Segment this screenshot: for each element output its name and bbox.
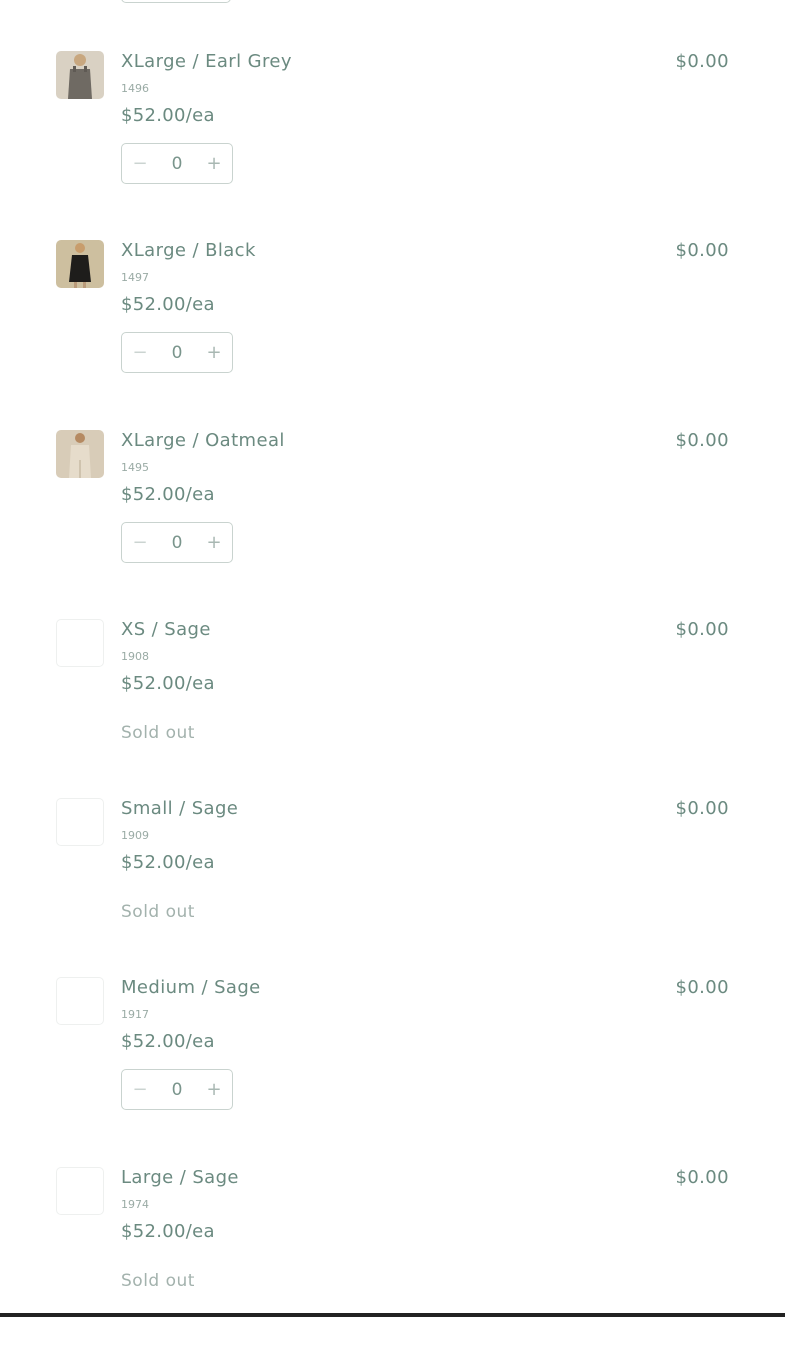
sold-out-label: Sold out xyxy=(121,1271,195,1291)
item-name[interactable]: Medium / Sage xyxy=(121,977,261,999)
line-item: XLarge / Earl Grey 1496 $52.00/ea $0.00 … xyxy=(0,51,785,231)
item-sku: 1496 xyxy=(121,82,149,95)
item-unit-price: $52.00/ea xyxy=(121,852,215,873)
item-name[interactable]: XLarge / Black xyxy=(121,240,256,262)
line-item: XLarge / Oatmeal 1495 $52.00/ea $0.00 − … xyxy=(0,430,785,610)
item-sku: 1908 xyxy=(121,650,149,663)
item-sku: 1917 xyxy=(121,1008,149,1021)
line-item: Large / Sage 1974 $52.00/ea $0.00 Sold o… xyxy=(0,1167,785,1347)
line-item: Small / Sage 1909 $52.00/ea $0.00 Sold o… xyxy=(0,798,785,978)
quantity-input[interactable]: 0 xyxy=(159,154,195,174)
quantity-stepper: − 0 + xyxy=(121,332,233,373)
product-thumbnail[interactable] xyxy=(56,240,104,288)
item-sku: 1495 xyxy=(121,461,149,474)
product-thumbnail-placeholder xyxy=(56,798,104,846)
product-thumbnail-placeholder xyxy=(56,619,104,667)
item-unit-price: $52.00/ea xyxy=(121,1031,215,1052)
product-thumbnail-placeholder xyxy=(56,1167,104,1215)
item-sku: 1909 xyxy=(121,829,149,842)
product-thumbnail[interactable] xyxy=(56,51,104,99)
item-name[interactable]: Small / Sage xyxy=(121,798,238,820)
item-unit-price: $52.00/ea xyxy=(121,1221,215,1242)
product-thumbnail-placeholder xyxy=(56,977,104,1025)
bottom-bar xyxy=(0,1313,785,1317)
item-total: $0.00 xyxy=(675,51,729,72)
item-total: $0.00 xyxy=(675,1167,729,1188)
item-unit-price: $52.00/ea xyxy=(121,673,215,694)
minus-icon[interactable]: − xyxy=(122,523,158,562)
plus-icon[interactable]: + xyxy=(196,1070,232,1109)
line-item: XS / Sage 1908 $52.00/ea $0.00 Sold out xyxy=(0,619,785,799)
minus-icon[interactable]: − xyxy=(122,144,158,183)
previous-quantity-stepper xyxy=(121,0,231,3)
quantity-stepper: − 0 + xyxy=(121,522,233,563)
item-total: $0.00 xyxy=(675,798,729,819)
item-sku: 1974 xyxy=(121,1198,149,1211)
item-unit-price: $52.00/ea xyxy=(121,484,215,505)
sold-out-label: Sold out xyxy=(121,902,195,922)
item-sku: 1497 xyxy=(121,271,149,284)
item-name[interactable]: XS / Sage xyxy=(121,619,211,641)
quantity-input[interactable]: 0 xyxy=(159,343,195,363)
plus-icon[interactable]: + xyxy=(196,523,232,562)
quantity-stepper: − 0 + xyxy=(121,143,233,184)
quantity-input[interactable]: 0 xyxy=(159,1080,195,1100)
product-thumbnail[interactable] xyxy=(56,430,104,478)
item-total: $0.00 xyxy=(675,240,729,261)
item-name[interactable]: Large / Sage xyxy=(121,1167,239,1189)
minus-icon[interactable]: − xyxy=(122,1070,158,1109)
quantity-input[interactable]: 0 xyxy=(159,533,195,553)
plus-icon[interactable]: + xyxy=(196,144,232,183)
item-total: $0.00 xyxy=(675,430,729,451)
item-total: $0.00 xyxy=(675,977,729,998)
minus-icon[interactable]: − xyxy=(122,333,158,372)
item-name[interactable]: XLarge / Earl Grey xyxy=(121,51,292,73)
item-name[interactable]: XLarge / Oatmeal xyxy=(121,430,285,452)
item-total: $0.00 xyxy=(675,619,729,640)
quantity-stepper: − 0 + xyxy=(121,1069,233,1110)
line-item: XLarge / Black 1497 $52.00/ea $0.00 − 0 … xyxy=(0,240,785,420)
plus-icon[interactable]: + xyxy=(196,333,232,372)
item-unit-price: $52.00/ea xyxy=(121,105,215,126)
sold-out-label: Sold out xyxy=(121,723,195,743)
line-item: Medium / Sage 1917 $52.00/ea $0.00 − 0 + xyxy=(0,977,785,1157)
item-unit-price: $52.00/ea xyxy=(121,294,215,315)
